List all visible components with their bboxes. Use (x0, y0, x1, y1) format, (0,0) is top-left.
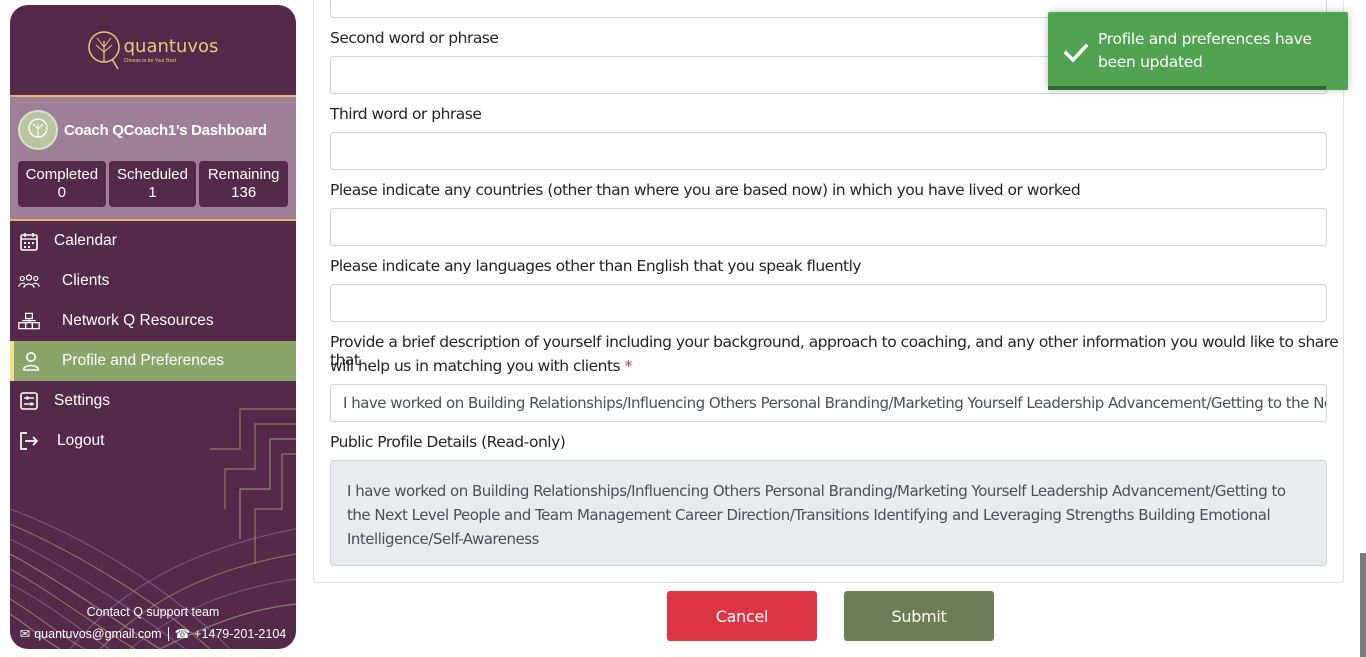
logout-icon (18, 430, 40, 452)
stat-value: 136 (231, 184, 257, 201)
sidebar-item-label: Calendar (54, 232, 117, 249)
sidebar-item-settings[interactable]: Settings (10, 381, 296, 421)
divider (167, 626, 169, 641)
stat-value: 1 (148, 184, 157, 201)
checkmark-icon (1064, 43, 1088, 63)
user-icon (20, 350, 42, 372)
sidebar-item-label: Profile and Preferences (62, 352, 224, 369)
success-toast[interactable]: Profile and preferences have been update… (1048, 12, 1348, 90)
sidebar: quantuvos Choose to be Your Best Coach Q… (10, 5, 296, 649)
network-icon (18, 310, 40, 332)
description-label-line2: will help us in matching you with client… (330, 357, 632, 375)
sidebar-item-profile-and-preferences[interactable]: Profile and Preferences (10, 341, 296, 381)
languages-label: Please indicate any languages other than… (330, 257, 862, 275)
sidebar-item-label: Settings (54, 392, 111, 409)
sidebar-item-label: Clients (62, 272, 110, 289)
public-profile-label: Public Profile Details (Read-only) (330, 433, 566, 451)
stats-row: Completed 0 Scheduled 1 Remaining 136 (10, 161, 296, 207)
required-mark: * (624, 357, 633, 375)
stat-value: 0 (57, 184, 66, 201)
sidebar-item-clients[interactable]: Clients (10, 261, 296, 301)
description-input[interactable]: I have worked on Building Relationships/… (330, 384, 1327, 422)
stat-label: Completed (25, 166, 99, 183)
description-label-text: will help us in matching you with client… (330, 357, 621, 375)
mail-icon: ✉ (19, 627, 31, 641)
stat-scheduled: Scheduled 1 (108, 161, 197, 207)
stat-remaining: Remaining 136 (199, 161, 289, 207)
sidebar-item-label: Network Q Resources (62, 312, 214, 329)
settings-icon (18, 390, 40, 412)
toast-message: Profile and preferences have been update… (1098, 30, 1312, 71)
dashboard-title: Coach QCoach1's Dashboard (64, 121, 267, 139)
countries-label: Please indicate any countries (other tha… (330, 181, 1081, 199)
third-word-label: Third word or phrase (330, 105, 482, 123)
languages-input[interactable] (330, 284, 1327, 322)
brand-tagline: Choose to be Your Best (123, 58, 177, 64)
contact-email[interactable]: quantuvos@gmail.com (34, 627, 161, 641)
contact-support: Contact Q support team ✉ quantuvos@gmail… (10, 605, 296, 649)
sidebar-item-calendar[interactable]: Calendar (10, 221, 296, 261)
sidebar-item-network-q-resources[interactable]: Network Q Resources (10, 301, 296, 341)
sidebar-item-logout[interactable]: Logout (10, 421, 296, 461)
sidebar-nav: Calendar Clients Network Q Resources Pro… (10, 221, 296, 461)
sidebar-item-label: Logout (57, 432, 105, 449)
third-word-input[interactable] (330, 132, 1327, 170)
stat-label: Remaining (207, 166, 280, 183)
stat-label: Scheduled (117, 166, 188, 183)
cancel-button[interactable]: Cancel (667, 591, 817, 641)
tree-logo-icon (87, 31, 120, 70)
stat-completed: Completed 0 (18, 161, 106, 207)
contact-phone[interactable]: +1479-201-2104 (194, 627, 286, 641)
submit-button[interactable]: Submit (844, 591, 994, 641)
contact-title: Contact Q support team (86, 605, 220, 619)
users-icon (18, 270, 40, 292)
logo[interactable]: quantuvos Choose to be Your Best (10, 5, 296, 95)
second-word-label: Second word or phrase (330, 29, 499, 47)
public-profile-details: I have worked on Building Relationships/… (330, 460, 1327, 566)
avatar (18, 110, 58, 150)
dashboard-panel: Coach QCoach1's Dashboard Completed 0 Sc… (10, 97, 296, 219)
brand-name: quantuvos (123, 36, 219, 57)
calendar-icon (18, 230, 40, 252)
tree-icon (28, 118, 48, 138)
phone-icon: ☎ (174, 627, 191, 641)
toast-progress-bar (1048, 86, 1326, 90)
scrollbar[interactable] (1360, 553, 1366, 657)
countries-input[interactable] (330, 208, 1327, 246)
